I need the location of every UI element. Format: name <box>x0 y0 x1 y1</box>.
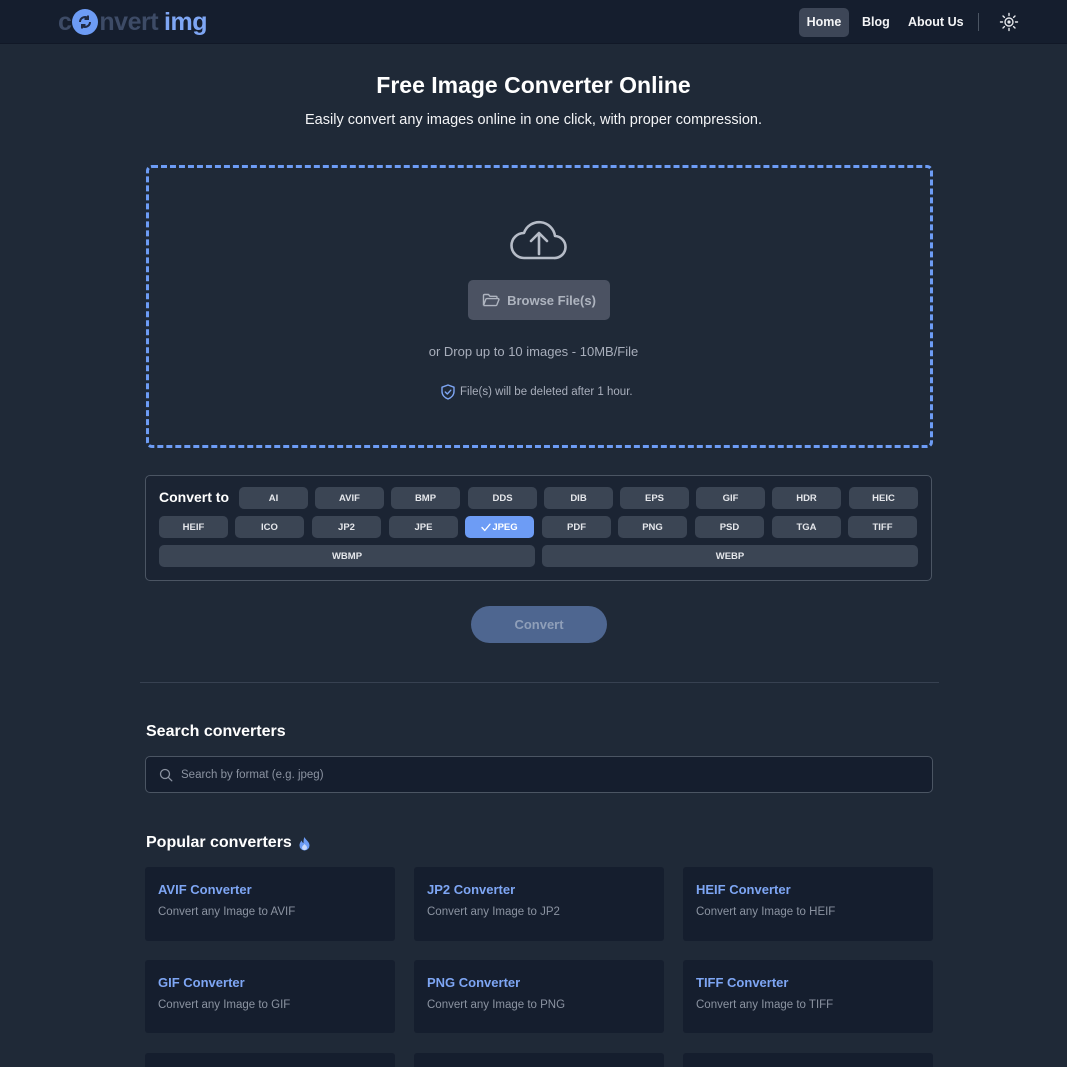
format-option-psd[interactable]: PSD <box>695 516 764 538</box>
popular-heading: Popular converters <box>146 834 311 852</box>
format-option-label: PDF <box>567 521 586 533</box>
page-subtitle: Easily convert any images online in one … <box>305 112 762 128</box>
format-option-label: EPS <box>644 492 664 504</box>
format-option-jpe[interactable]: JPE <box>389 516 458 538</box>
nav-separator <box>978 13 979 31</box>
converter-card-description: Convert any Image to AVIF <box>158 906 296 918</box>
format-option-jpeg[interactable]: JPEG <box>465 516 534 538</box>
converter-card[interactable] <box>414 1053 664 1067</box>
format-option-label: JPEG <box>492 521 518 533</box>
search-icon <box>159 768 173 782</box>
nav-blog-link[interactable]: Blog <box>862 8 890 37</box>
format-option-label: PNG <box>642 521 663 533</box>
logo-text-img: img <box>164 7 207 36</box>
popular-heading-text: Popular converters <box>146 834 292 851</box>
cloud-upload-icon <box>509 214 567 262</box>
converter-card-description: Convert any Image to HEIF <box>696 906 836 918</box>
format-option-heic[interactable]: HEIC <box>849 487 918 509</box>
flame-icon <box>298 836 311 851</box>
converter-card[interactable]: AVIF Converter Convert any Image to AVIF <box>145 867 395 941</box>
format-option-heif[interactable]: HEIF <box>159 516 228 538</box>
format-option-eps[interactable]: EPS <box>620 487 689 509</box>
search-input[interactable] <box>181 758 921 791</box>
format-option-label: PSD <box>719 521 740 533</box>
format-option-png[interactable]: PNG <box>618 516 687 538</box>
converter-card-description: Convert any Image to JP2 <box>427 906 560 918</box>
format-option-label: AI <box>268 492 279 504</box>
format-option-avif[interactable]: AVIF <box>315 487 384 509</box>
format-option-label: HEIC <box>872 492 895 504</box>
format-option-dds[interactable]: DDS <box>468 487 537 509</box>
converter-card[interactable]: PNG Converter Convert any Image to PNG <box>414 960 664 1033</box>
format-option-label: AVIF <box>339 492 360 504</box>
converter-card-title[interactable]: JP2 Converter <box>427 882 515 897</box>
format-option-bmp[interactable]: BMP <box>391 487 460 509</box>
page-title: Free Image Converter Online <box>376 72 691 98</box>
converter-card-title[interactable]: GIF Converter <box>158 975 245 990</box>
converter-card[interactable] <box>145 1053 395 1067</box>
converter-card[interactable]: HEIF Converter Convert any Image to HEIF <box>683 867 933 941</box>
format-option-pdf[interactable]: PDF <box>542 516 611 538</box>
logo-text-nvert: nvert <box>99 7 159 36</box>
format-option-ai[interactable]: AI <box>239 487 308 509</box>
converter-card-title[interactable]: AVIF Converter <box>158 882 252 897</box>
format-option-webp[interactable]: WEBP <box>542 545 918 567</box>
converter-card-description: Convert any Image to PNG <box>427 999 566 1011</box>
browse-files-button[interactable]: Browse File(s) <box>468 280 610 320</box>
search-box <box>145 756 933 793</box>
converter-card[interactable]: TIFF Converter Convert any Image to TIFF <box>683 960 933 1033</box>
search-heading: Search converters <box>146 723 286 740</box>
format-option-label: WBMP <box>331 550 363 562</box>
converter-card[interactable] <box>683 1053 933 1067</box>
format-option-label: WEBP <box>715 550 745 562</box>
format-option-jp2[interactable]: JP2 <box>312 516 381 538</box>
format-option-label: JPE <box>414 521 433 533</box>
convert-button[interactable]: Convert <box>471 606 607 643</box>
format-option-tiff[interactable]: TIFF <box>848 516 917 538</box>
format-option-ico[interactable]: ICO <box>235 516 304 538</box>
logo-refresh-icon <box>72 9 99 35</box>
converter-card-title[interactable]: PNG Converter <box>427 975 520 990</box>
checkmark-icon <box>481 523 491 532</box>
format-option-label: TGA <box>796 521 817 533</box>
drop-hint-text: or Drop up to 10 images - 10MB/File <box>428 344 639 359</box>
shield-check-icon <box>441 384 455 400</box>
browse-files-label: Browse File(s) <box>507 292 596 308</box>
theme-toggle-sun-icon[interactable] <box>999 12 1019 32</box>
nav-home-link[interactable]: Home <box>799 8 849 37</box>
top-navbar: c nvert img Home Blog About Us <box>0 0 1067 44</box>
logo-text-c: c <box>58 7 72 36</box>
converter-card-title[interactable]: TIFF Converter <box>696 975 788 990</box>
format-option-hdr[interactable]: HDR <box>772 487 841 509</box>
format-option-wbmp[interactable]: WBMP <box>159 545 535 567</box>
format-option-label: TIFF <box>872 521 893 533</box>
nav-about-link[interactable]: About Us <box>908 8 964 37</box>
format-option-tga[interactable]: TGA <box>772 516 841 538</box>
converter-card-title[interactable]: HEIF Converter <box>696 882 791 897</box>
format-option-label: JP2 <box>338 521 355 533</box>
format-option-label: HEIF <box>182 521 205 533</box>
format-option-label: HDR <box>796 492 817 504</box>
folder-open-icon <box>482 293 500 308</box>
format-option-label: BMP <box>414 492 437 504</box>
converter-card-description: Convert any Image to TIFF <box>696 999 834 1011</box>
converter-card[interactable]: JP2 Converter Convert any Image to JP2 <box>414 867 664 941</box>
site-logo[interactable]: c nvert img <box>58 6 207 38</box>
converter-card[interactable]: GIF Converter Convert any Image to GIF <box>145 960 395 1033</box>
format-option-label: ICO <box>261 521 278 533</box>
format-option-label: DDS <box>492 492 513 504</box>
convert-to-label: Convert to <box>159 489 229 505</box>
format-option-gif[interactable]: GIF <box>696 487 765 509</box>
deletion-notice-text: File(s) will be deleted after 1 hour. <box>460 386 633 398</box>
deletion-notice: File(s) will be deleted after 1 hour. <box>441 383 633 401</box>
format-option-dib[interactable]: DIB <box>544 487 613 509</box>
section-divider <box>140 682 939 683</box>
converter-card-description: Convert any Image to GIF <box>158 999 291 1011</box>
format-option-label: GIF <box>722 492 739 504</box>
format-option-label: DIB <box>570 492 587 504</box>
